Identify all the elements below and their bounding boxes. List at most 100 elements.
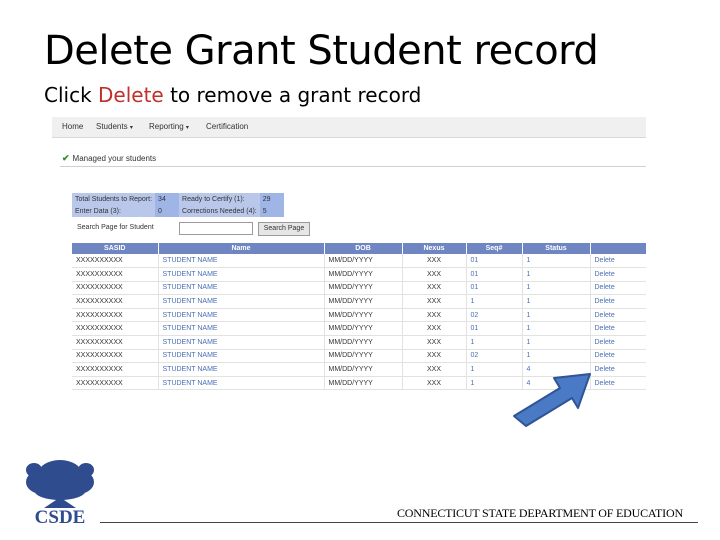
- column-header-dob: DOB: [324, 243, 403, 254]
- delete-link[interactable]: Delete: [590, 267, 646, 282]
- managed-label: Managed your students: [72, 154, 157, 163]
- dob-cell: MM/DD/YYYY: [324, 294, 403, 309]
- dob-cell: MM/DD/YYYY: [324, 308, 403, 323]
- status-cell: 1: [522, 294, 591, 309]
- seq-cell: 01: [466, 281, 523, 296]
- table-row: XXXXXXXXXX STUDENT NAME MM/DD/YYYY XXX 1 1 Del…: [72, 335, 646, 350]
- column-header-nexus: Nexus: [402, 243, 467, 254]
- nexus-cell: XXX: [402, 321, 467, 337]
- dob-cell: MM/DD/YYYY: [324, 254, 403, 269]
- column-header-seq: Seq#: [466, 243, 523, 254]
- sasid-cell: XXXXXXXXXX: [72, 294, 159, 309]
- status-cell: 1: [522, 308, 591, 323]
- logo-text: CSDE: [35, 507, 86, 526]
- delete-link[interactable]: Delete: [590, 294, 646, 309]
- nav-reporting-label: Reporting: [149, 122, 184, 131]
- stat-total-value: 34: [155, 193, 180, 205]
- table-row: XXXXXXXXXX STUDENT NAME MM/DD/YYYY XXX 01 1 De…: [72, 321, 646, 337]
- slide-title: Delete Grant Student record: [44, 28, 599, 74]
- status-cell: 1: [522, 335, 591, 350]
- nexus-cell: XXX: [402, 254, 467, 269]
- top-navbar: Home Students ▾ Reporting ▾ Certificatio…: [52, 117, 646, 138]
- nav-home[interactable]: Home: [62, 122, 83, 131]
- managed-heading: ✔ Managed your students: [62, 153, 156, 164]
- delete-link[interactable]: Delete: [590, 376, 646, 391]
- stat-ready-label: Ready to Certify (1):: [179, 193, 260, 205]
- student-name-link[interactable]: STUDENT NAME: [158, 376, 325, 391]
- student-name-link[interactable]: STUDENT NAME: [158, 308, 325, 323]
- search-input[interactable]: [179, 222, 253, 235]
- dob-cell: MM/DD/YYYY: [324, 321, 403, 337]
- subtitle-highlight: Delete: [98, 83, 164, 107]
- subtitle-before: Click: [44, 83, 99, 107]
- seq-cell: 01: [466, 321, 523, 337]
- status-cell: 1: [522, 349, 591, 364]
- sasid-cell: XXXXXXXXXX: [72, 349, 159, 364]
- student-name-link[interactable]: STUDENT NAME: [158, 254, 325, 269]
- sasid-cell: XXXXXXXXXX: [72, 308, 159, 323]
- nav-students[interactable]: Students ▾: [96, 122, 133, 131]
- student-name-link[interactable]: STUDENT NAME: [158, 362, 325, 377]
- table-row: XXXXXXXXXX STUDENT NAME MM/DD/YYYY XXX 02 1 De…: [72, 308, 646, 323]
- footer-rule: [100, 522, 698, 523]
- nexus-cell: XXX: [402, 281, 467, 296]
- caret-down-icon: ▾: [129, 125, 133, 131]
- stat-ready-value: 29: [259, 193, 284, 205]
- subtitle-after: to remove a grant record: [163, 83, 422, 107]
- delete-link[interactable]: Delete: [590, 254, 646, 269]
- sasid-cell: XXXXXXXXXX: [72, 335, 159, 350]
- stat-corrections-value: 5: [259, 205, 284, 217]
- sasid-cell: XXXXXXXXXX: [72, 254, 159, 269]
- delete-link[interactable]: Delete: [590, 362, 646, 377]
- nav-reporting[interactable]: Reporting ▾: [149, 122, 189, 131]
- delete-link[interactable]: Delete: [590, 281, 646, 296]
- seq-cell: 02: [466, 308, 523, 323]
- seq-cell: 1: [466, 294, 523, 309]
- dob-cell: MM/DD/YYYY: [324, 362, 403, 377]
- stat-total-label: Total Students to Report:: [72, 193, 156, 205]
- seq-cell: 01: [466, 254, 523, 269]
- seq-cell: 02: [466, 349, 523, 364]
- student-name-link[interactable]: STUDENT NAME: [158, 267, 325, 282]
- search-page-button[interactable]: Search Page: [258, 222, 310, 236]
- sasid-cell: XXXXXXXXXX: [72, 321, 159, 337]
- table-row: XXXXXXXXXX STUDENT NAME MM/DD/YYYY XXX 02 1 De…: [72, 349, 646, 364]
- nexus-cell: XXX: [402, 294, 467, 309]
- stat-enter-value: 0: [155, 205, 180, 217]
- student-name-link[interactable]: STUDENT NAME: [158, 294, 325, 309]
- status-cell: 1: [522, 321, 591, 337]
- sasid-cell: XXXXXXXXXX: [72, 362, 159, 377]
- stat-corrections-label: Corrections Needed (4):: [179, 205, 260, 217]
- search-label: Search Page for Student: [77, 224, 154, 231]
- nexus-cell: XXX: [402, 349, 467, 364]
- column-header-status: Status: [522, 243, 591, 254]
- footer-org: CONNECTICUT STATE DEPARTMENT OF EDUCATIO…: [397, 506, 683, 520]
- nav-students-label: Students: [96, 122, 128, 131]
- student-name-link[interactable]: STUDENT NAME: [158, 335, 325, 350]
- app-screenshot: Home Students ▾ Reporting ▾ Certificatio…: [52, 117, 646, 392]
- student-name-link[interactable]: STUDENT NAME: [158, 321, 325, 337]
- delete-link[interactable]: Delete: [590, 335, 646, 350]
- student-name-link[interactable]: STUDENT NAME: [158, 349, 325, 364]
- divider: [60, 166, 646, 167]
- delete-link[interactable]: Delete: [590, 308, 646, 323]
- dob-cell: MM/DD/YYYY: [324, 349, 403, 364]
- slide-subtitle: Click Delete to remove a grant record: [44, 83, 421, 107]
- seq-cell: 1: [466, 335, 523, 350]
- student-name-link[interactable]: STUDENT NAME: [158, 281, 325, 296]
- delete-link[interactable]: Delete: [590, 321, 646, 337]
- table-row: XXXXXXXXXX STUDENT NAME MM/DD/YYYY XXX 01 1 De…: [72, 254, 646, 269]
- status-cell: 1: [522, 267, 591, 282]
- delete-link[interactable]: Delete: [590, 349, 646, 364]
- dob-cell: MM/DD/YYYY: [324, 281, 403, 296]
- table-row: XXXXXXXXXX STUDENT NAME MM/DD/YYYY XXX 1 1 Del…: [72, 294, 646, 309]
- sasid-cell: XXXXXXXXXX: [72, 376, 159, 391]
- csde-logo: CSDE: [26, 460, 94, 526]
- nav-certification[interactable]: Certification: [206, 122, 248, 131]
- table-row: XXXXXXXXXX STUDENT NAME MM/DD/YYYY XXX 01 1 De…: [72, 267, 646, 282]
- checkmark-icon: ✔: [62, 153, 70, 163]
- nexus-cell: XXX: [402, 335, 467, 350]
- seq-cell: 01: [466, 267, 523, 282]
- dob-cell: MM/DD/YYYY: [324, 335, 403, 350]
- stat-enter-label: Enter Data (3):: [72, 205, 156, 217]
